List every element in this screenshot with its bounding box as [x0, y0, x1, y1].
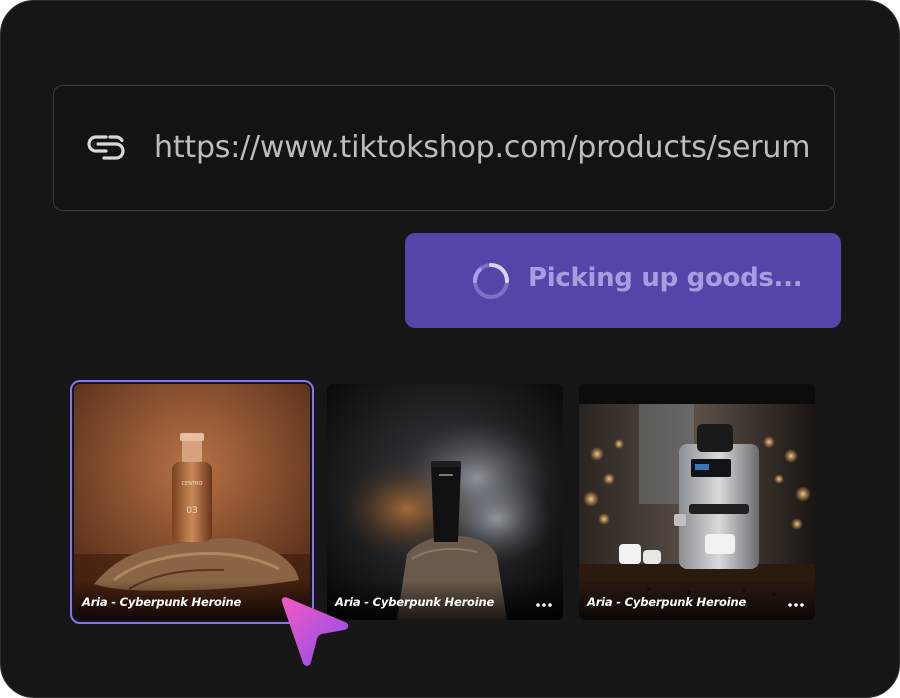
pick-goods-label: Picking up goods...: [528, 263, 803, 293]
product-caption: Aria - Cyberpunk Heroine: [587, 595, 747, 609]
product-card-espresso[interactable]: Aria - Cyberpunk Heroine: [579, 384, 815, 620]
main-panel: https://www.tiktokshop.com/products/seru…: [0, 0, 900, 698]
loading-spinner-icon: [473, 263, 509, 299]
cursor-pointer-icon: [281, 597, 349, 666]
more-options-icon[interactable]: [787, 602, 805, 608]
svg-text:03: 03: [186, 506, 197, 516]
product-card-tube[interactable]: Aria - Cyberpunk Heroine: [327, 384, 563, 620]
product-card-perfume[interactable]: CENTRO 03 Aria - Cyberpunk Heroine: [70, 380, 314, 624]
svg-text:CENTRO: CENTRO: [182, 481, 203, 487]
link-icon: [87, 135, 125, 160]
product-caption: Aria - Cyberpunk Heroine: [335, 595, 495, 609]
product-caption: Aria - Cyberpunk Heroine: [82, 595, 242, 609]
more-options-icon[interactable]: [535, 602, 553, 608]
url-input[interactable]: https://www.tiktokshop.com/products/seru…: [53, 85, 835, 211]
pick-goods-button[interactable]: Picking up goods...: [405, 233, 841, 328]
url-value: https://www.tiktokshop.com/products/seru…: [154, 130, 811, 165]
